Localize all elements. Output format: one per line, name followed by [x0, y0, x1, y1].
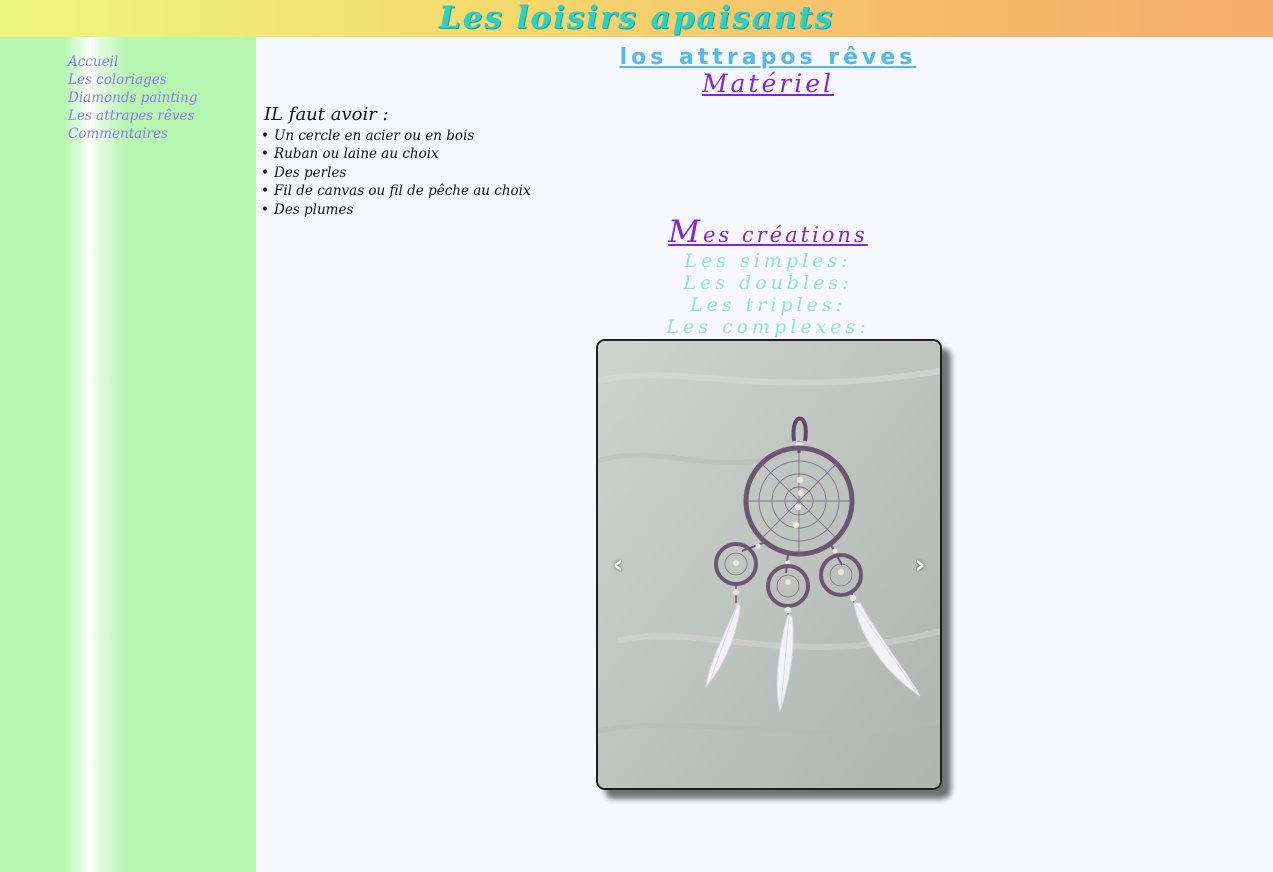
sidebar-item-coloriages[interactable]: Les coloriages: [68, 71, 197, 89]
list-item: • Fil de canvas ou fil de pêche au choix: [261, 183, 531, 200]
sidebar-nav: Accueil Les coloriages Diamonds painting…: [68, 53, 197, 143]
sidebar-item-commentaires[interactable]: Commentaires: [68, 125, 197, 143]
sidebar: Accueil Les coloriages Diamonds painting…: [0, 37, 256, 872]
category-triples: Les triples:: [689, 294, 847, 316]
materiel-heading: Matériel: [701, 69, 835, 98]
dreamcatcher-image: [598, 341, 940, 788]
slideshow: ‹ ›: [596, 339, 942, 790]
supply-text: Fil de canvas ou fil de pêche au choix: [274, 183, 531, 200]
needs-title: IL faut avoir :: [264, 104, 389, 125]
sidebar-item-diamonds-painting[interactable]: Diamonds painting: [68, 89, 197, 107]
site-title: Les loisirs apaisants: [438, 0, 835, 36]
creations-heading-rest: es créations: [703, 223, 868, 247]
sidebar-item-attrapes-reves[interactable]: Les attrapes rêves: [68, 107, 197, 125]
supplies-list: • Un cercle en acier ou en bois • Ruban ou…: [261, 127, 531, 219]
supply-text: Des perles: [274, 164, 347, 181]
slideshow-next-button[interactable]: ›: [908, 547, 932, 583]
list-item: • Un cercle en acier ou en bois: [261, 128, 475, 144]
site-header: Les loisirs apaisants: [0, 0, 1273, 37]
category-doubles: Les doubles:: [683, 272, 853, 294]
category-complexes: Les complexes:: [666, 316, 870, 338]
category-simples: Les simples:: [684, 250, 852, 272]
supply-text: Un cercle en acier ou en bois: [274, 128, 475, 144]
creations-heading-initial: M: [668, 214, 703, 250]
supply-text: Ruban ou laine au choix: [274, 146, 439, 163]
sidebar-item-accueil[interactable]: Accueil: [68, 53, 197, 71]
list-item: • Des perles: [261, 164, 347, 181]
main-content: los attrapos rêves Matériel IL faut avoi…: [256, 37, 1273, 872]
creations-heading: Mes créations: [256, 216, 1273, 251]
slideshow-prev-button[interactable]: ‹: [606, 547, 630, 583]
category-list: Les simples: Les doubles: Les triples: L…: [256, 250, 1273, 338]
list-item: • Ruban ou laine au choix: [261, 146, 439, 163]
